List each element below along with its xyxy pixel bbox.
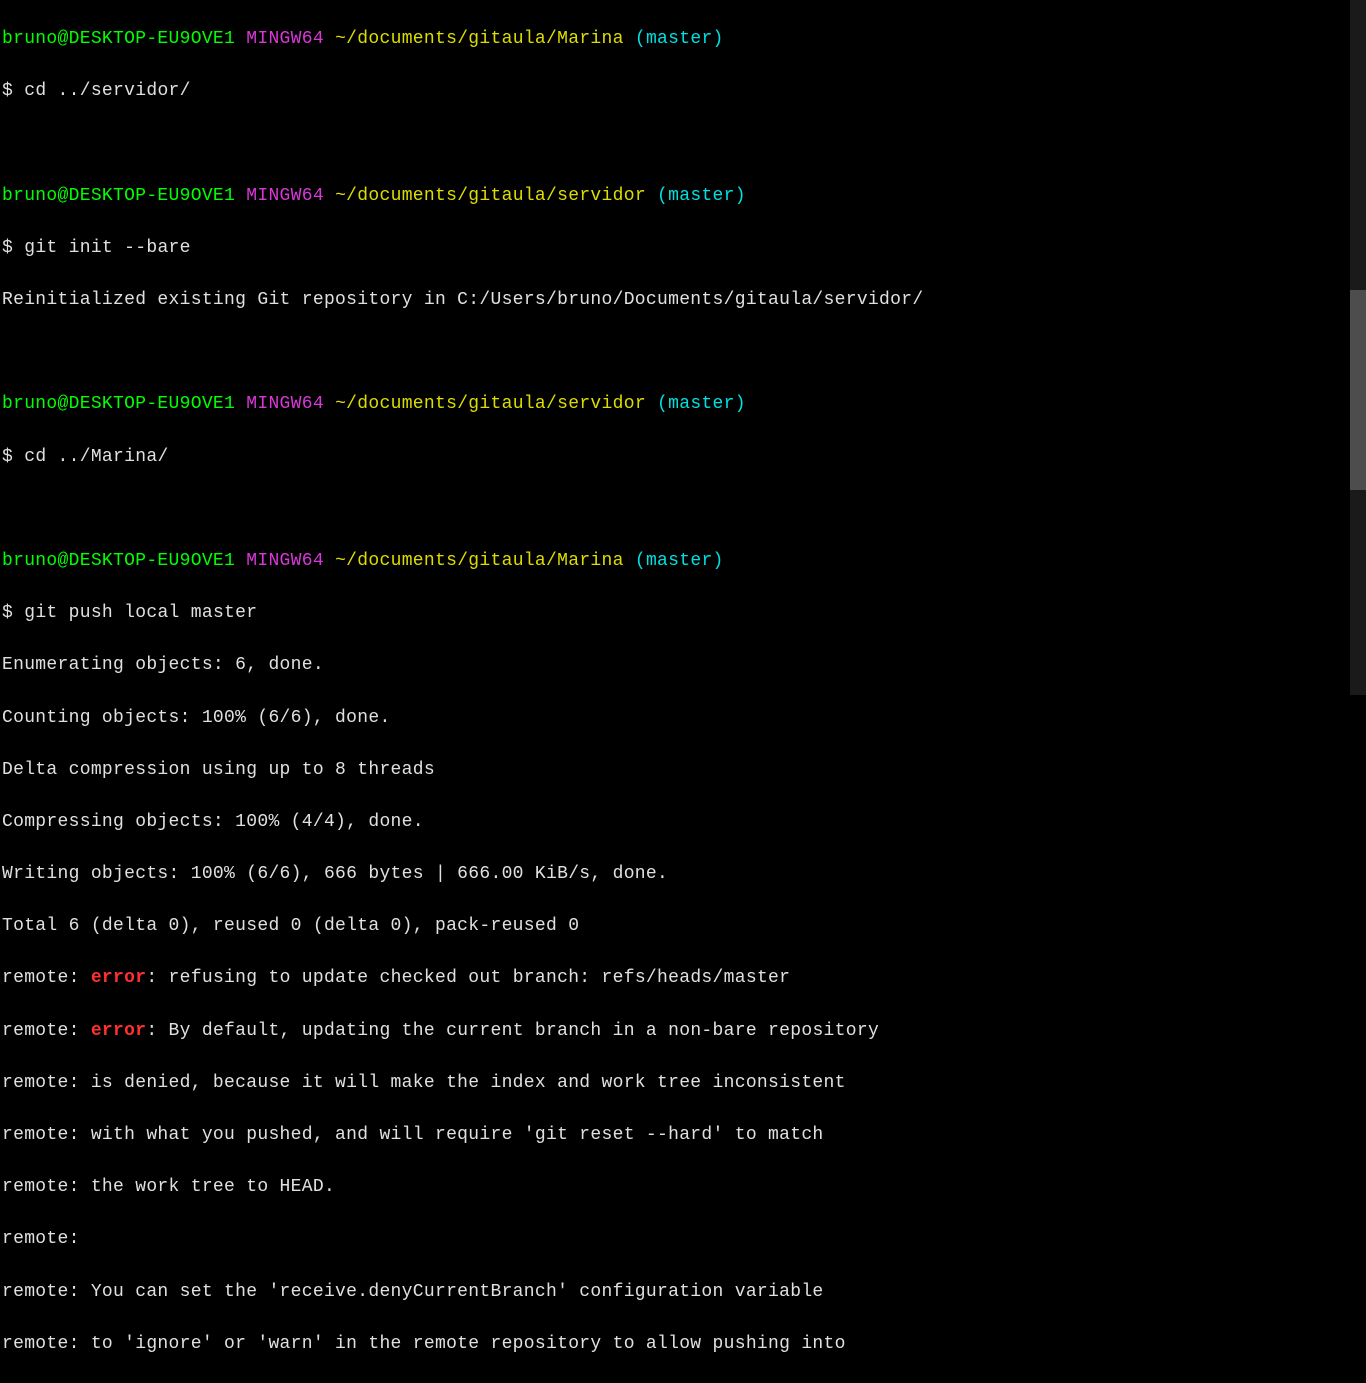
command-line: $ git init --bare <box>2 235 1366 261</box>
user-host: bruno@DESKTOP-EU9OVE1 <box>2 551 235 571</box>
output-line: Enumerating objects: 6, done. <box>2 652 1366 678</box>
blank-line <box>2 130 1366 156</box>
git-branch: (master) <box>635 29 724 49</box>
remote-line: remote: You can set the 'receive.denyCur… <box>2 1279 1366 1305</box>
error-message: : By default, updating the current branc… <box>146 1021 879 1041</box>
remote-line: remote: to 'ignore' or 'warn' in the rem… <box>2 1331 1366 1357</box>
prompt-line: bruno@DESKTOP-EU9OVE1 MINGW64 ~/document… <box>2 391 1366 417</box>
prompt-line: bruno@DESKTOP-EU9OVE1 MINGW64 ~/document… <box>2 26 1366 52</box>
user-host: bruno@DESKTOP-EU9OVE1 <box>2 186 235 206</box>
error-label: error <box>91 968 147 988</box>
prompt-symbol: $ <box>2 238 24 258</box>
remote-error-line: remote: error: refusing to update checke… <box>2 965 1366 991</box>
git-branch: (master) <box>635 551 724 571</box>
cwd-path: ~/documents/gitaula/servidor <box>335 394 646 414</box>
remote-line: remote: the work tree to HEAD. <box>2 1174 1366 1200</box>
prompt-line: bruno@DESKTOP-EU9OVE1 MINGW64 ~/document… <box>2 548 1366 574</box>
remote-line: remote: with what you pushed, and will r… <box>2 1122 1366 1148</box>
blank-line <box>2 496 1366 522</box>
scrollbar-track[interactable] <box>1350 0 1366 695</box>
user-host: bruno@DESKTOP-EU9OVE1 <box>2 29 235 49</box>
output-line: Writing objects: 100% (6/6), 666 bytes |… <box>2 861 1366 887</box>
prompt-symbol: $ <box>2 603 24 623</box>
prompt-line: bruno@DESKTOP-EU9OVE1 MINGW64 ~/document… <box>2 183 1366 209</box>
error-label: error <box>91 1021 147 1041</box>
scrollbar-thumb[interactable] <box>1350 290 1366 490</box>
system-label: MINGW64 <box>246 29 324 49</box>
system-label: MINGW64 <box>246 551 324 571</box>
user-host: bruno@DESKTOP-EU9OVE1 <box>2 394 235 414</box>
command-line: $ cd ../Marina/ <box>2 444 1366 470</box>
command-text: cd ../Marina/ <box>24 447 168 467</box>
prompt-symbol: $ <box>2 447 24 467</box>
command-line: $ cd ../servidor/ <box>2 78 1366 104</box>
output-line: Delta compression using up to 8 threads <box>2 757 1366 783</box>
command-text: git push local master <box>24 603 257 623</box>
blank-line <box>2 339 1366 365</box>
cwd-path: ~/documents/gitaula/Marina <box>335 551 624 571</box>
output-line: Reinitialized existing Git repository in… <box>2 287 1366 313</box>
error-message: : refusing to update checked out branch:… <box>146 968 790 988</box>
remote-prefix: remote: <box>2 968 91 988</box>
output-line: Total 6 (delta 0), reused 0 (delta 0), p… <box>2 913 1366 939</box>
command-text: cd ../servidor/ <box>24 81 191 101</box>
output-line: Counting objects: 100% (6/6), done. <box>2 705 1366 731</box>
command-text: git init --bare <box>24 238 191 258</box>
output-line: Compressing objects: 100% (4/4), done. <box>2 809 1366 835</box>
cwd-path: ~/documents/gitaula/servidor <box>335 186 646 206</box>
command-line: $ git push local master <box>2 600 1366 626</box>
git-branch: (master) <box>657 186 746 206</box>
remote-error-line: remote: error: By default, updating the … <box>2 1018 1366 1044</box>
terminal-output[interactable]: bruno@DESKTOP-EU9OVE1 MINGW64 ~/document… <box>2 0 1366 1383</box>
remote-line: remote: is denied, because it will make … <box>2 1070 1366 1096</box>
system-label: MINGW64 <box>246 394 324 414</box>
prompt-symbol: $ <box>2 81 24 101</box>
git-branch: (master) <box>657 394 746 414</box>
remote-line: remote: <box>2 1226 1366 1252</box>
system-label: MINGW64 <box>246 186 324 206</box>
cwd-path: ~/documents/gitaula/Marina <box>335 29 624 49</box>
remote-prefix: remote: <box>2 1021 91 1041</box>
